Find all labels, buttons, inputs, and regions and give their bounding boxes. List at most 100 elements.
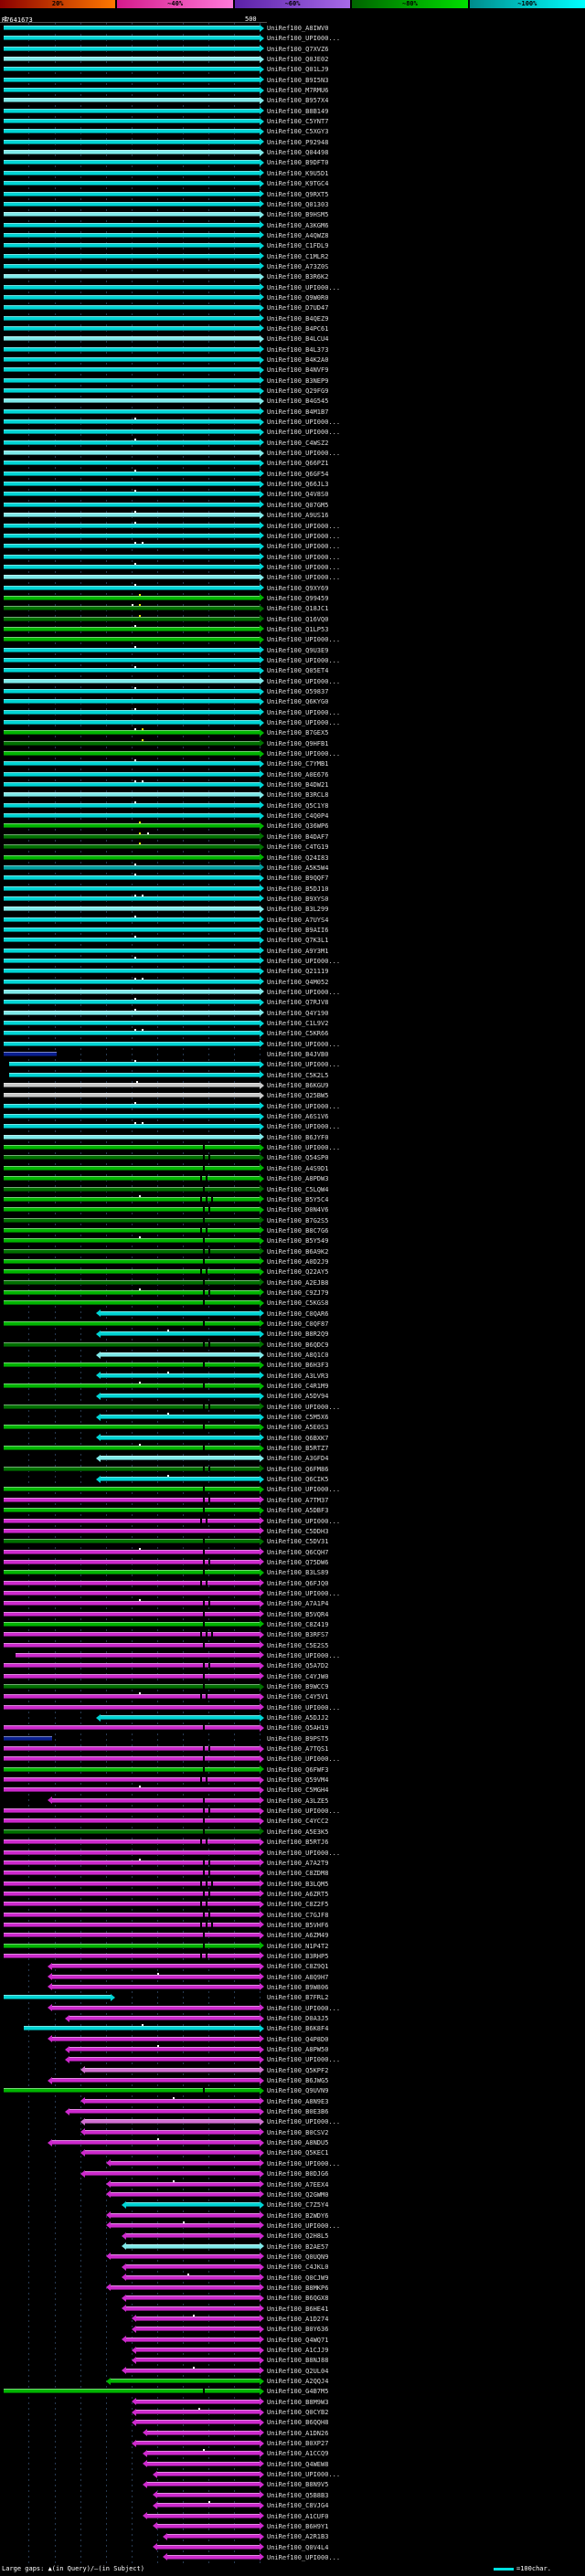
hit-bar[interactable] (4, 345, 264, 354)
hit-label[interactable]: UniRef100_A6S1V6 (267, 1113, 328, 1120)
hit-bar[interactable] (4, 1506, 264, 1514)
hit-label[interactable]: UniRef100_B3NEP9 (267, 377, 328, 385)
hit-label[interactable]: UniRef100_B3LQM5 (267, 1881, 328, 1888)
hit-label[interactable]: UniRef100_Q59VM4 (267, 1776, 328, 1784)
hit-label[interactable]: UniRef100_UPI000... (267, 554, 340, 561)
hit-bar[interactable] (96, 1475, 264, 1483)
hit-bar[interactable] (4, 293, 264, 302)
hit-label[interactable]: UniRef100_B9DFT0 (267, 159, 328, 166)
hit-label[interactable]: UniRef100_UPI000... (267, 750, 340, 758)
hit-bar[interactable] (4, 1807, 264, 1815)
hit-label[interactable]: UniRef100_Q1LP53 (267, 626, 328, 633)
hit-bar[interactable] (4, 272, 264, 281)
hit-label[interactable]: UniRef100_Q7RJV8 (267, 999, 328, 1006)
hit-bar[interactable] (4, 459, 264, 467)
hit-label[interactable]: UniRef100_B5VQR4 (267, 1611, 328, 1618)
hit-label[interactable]: UniRef100_A5E0S3 (267, 1424, 328, 1431)
hit-bar[interactable] (4, 1921, 264, 1929)
hit-bar[interactable] (106, 2211, 264, 2220)
hit-bar[interactable] (47, 1962, 264, 1970)
hit-label[interactable]: UniRef100_UPI000... (267, 1404, 340, 1411)
hit-bar[interactable] (4, 252, 264, 260)
hit-label[interactable]: UniRef100_Q22AY5 (267, 1268, 328, 1276)
hit-label[interactable]: UniRef100_A4S9D1 (267, 1165, 328, 1172)
hit-label[interactable]: UniRef100_M7RMU6 (267, 87, 328, 94)
hit-label[interactable]: UniRef100_Q75DW6 (267, 1559, 328, 1566)
hit-bar[interactable] (106, 2190, 264, 2199)
hit-bar[interactable] (4, 86, 264, 94)
hit-bar[interactable] (4, 1931, 264, 1939)
hit-label[interactable]: UniRef100_Q5KPF2 (267, 2067, 328, 2074)
hit-label[interactable]: UniRef100_C8VJG4 (267, 2502, 328, 2509)
hit-bar[interactable] (4, 428, 264, 436)
hit-label[interactable]: UniRef100_K9U5D1 (267, 170, 328, 177)
hit-bar[interactable] (4, 1226, 264, 1235)
hit-label[interactable]: UniRef100_A6ZRT5 (267, 1891, 328, 1898)
hit-bar[interactable] (65, 2055, 264, 2063)
hit-label[interactable]: UniRef100_A8IWV0 (267, 25, 328, 32)
hit-bar[interactable] (122, 2263, 264, 2271)
hit-bar[interactable] (4, 169, 264, 177)
hit-bar[interactable] (4, 1568, 264, 1576)
hit-bar[interactable] (4, 874, 264, 882)
hit-label[interactable]: UniRef100_C5LQW4 (267, 1186, 328, 1193)
hit-label[interactable]: UniRef100_C4Q0P4 (267, 812, 328, 820)
hit-label[interactable]: UniRef100_Q9U3E9 (267, 647, 328, 654)
hit-label[interactable]: UniRef100_C8Z419 (267, 1621, 328, 1628)
hit-label[interactable]: UniRef100_Q7K3L1 (267, 937, 328, 944)
hit-label[interactable]: UniRef100_D0A3J5 (267, 2015, 328, 2022)
hit-label[interactable]: UniRef100_A3LZE5 (267, 1797, 328, 1805)
hit-label[interactable]: UniRef100_Q9RXT5 (267, 191, 328, 198)
hit-bar[interactable] (106, 2179, 264, 2188)
hit-bar[interactable] (106, 2377, 264, 2385)
hit-label[interactable]: UniRef100_Q4P8D0 (267, 2036, 328, 2043)
hit-bar[interactable] (4, 1692, 264, 1701)
hit-bar[interactable] (4, 1880, 264, 1888)
hit-label[interactable]: UniRef100_A9US16 (267, 512, 328, 519)
hit-bar[interactable] (4, 1828, 264, 1836)
hit-label[interactable]: UniRef100_Q18JC1 (267, 605, 328, 612)
hit-bar[interactable] (162, 2532, 264, 2540)
hit-bar[interactable] (4, 355, 264, 364)
hit-bar[interactable] (4, 687, 264, 695)
hit-label[interactable]: UniRef100_Q6FM86 (267, 1466, 328, 1473)
hit-label[interactable]: UniRef100_A8Q9H7 (267, 1974, 328, 1981)
hit-bar[interactable] (4, 158, 264, 166)
hit-bar[interactable] (106, 2253, 264, 2261)
hit-label[interactable]: UniRef100_B8R2Q9 (267, 1330, 328, 1338)
hit-label[interactable]: UniRef100_Q5KEC1 (267, 2149, 328, 2157)
hit-bar[interactable] (4, 1278, 264, 1287)
hit-bar[interactable] (4, 241, 264, 249)
hit-bar[interactable] (47, 1983, 264, 1991)
hit-bar[interactable] (132, 2439, 264, 2447)
hit-label[interactable]: UniRef100_Q16VQ0 (267, 616, 328, 623)
hit-label[interactable]: UniRef100_D7UD47 (267, 304, 328, 312)
hit-label[interactable]: UniRef100_B5Y5C4 (267, 1196, 328, 1203)
hit-bar[interactable] (4, 200, 264, 208)
hit-label[interactable]: UniRef100_Q2GWM0 (267, 2191, 328, 2199)
hit-label[interactable]: UniRef100_Q99459 (267, 595, 328, 602)
hit-label[interactable]: UniRef100_UPI000... (267, 35, 340, 42)
hit-bar[interactable] (4, 905, 264, 913)
hit-label[interactable]: UniRef100_B6QDC9 (267, 1341, 328, 1349)
hit-label[interactable]: UniRef100_A7A1P4 (267, 1600, 328, 1607)
hit-bar[interactable] (4, 1776, 264, 1784)
hit-label[interactable]: UniRef100_B4JVB0 (267, 1051, 328, 1058)
hit-bar[interactable] (4, 45, 264, 53)
hit-bar[interactable] (4, 283, 264, 292)
hit-label[interactable]: UniRef100_B4DAF7 (267, 833, 328, 841)
hit-bar[interactable] (4, 1589, 264, 1597)
hit-bar[interactable] (4, 387, 264, 395)
hit-label[interactable]: UniRef100_P92948 (267, 139, 328, 146)
hit-bar[interactable] (152, 2522, 264, 2530)
hit-label[interactable]: UniRef100_Q5C1Y8 (267, 802, 328, 810)
hit-label[interactable]: UniRef100_UPI000... (267, 2056, 340, 2063)
hit-label[interactable]: UniRef100_B9PST5 (267, 1735, 328, 1743)
hit-label[interactable]: UniRef100_D0N4V6 (267, 1206, 328, 1214)
hit-label[interactable]: UniRef100_B3R6K2 (267, 273, 328, 281)
hit-label[interactable]: UniRef100_Q9W0R0 (267, 294, 328, 302)
hit-bar[interactable] (4, 1465, 264, 1473)
hit-bar[interactable] (4, 988, 264, 996)
hit-label[interactable]: UniRef100_A1CJJ9 (267, 2347, 328, 2354)
hit-label[interactable]: UniRef100_B8M9W3 (267, 2399, 328, 2406)
